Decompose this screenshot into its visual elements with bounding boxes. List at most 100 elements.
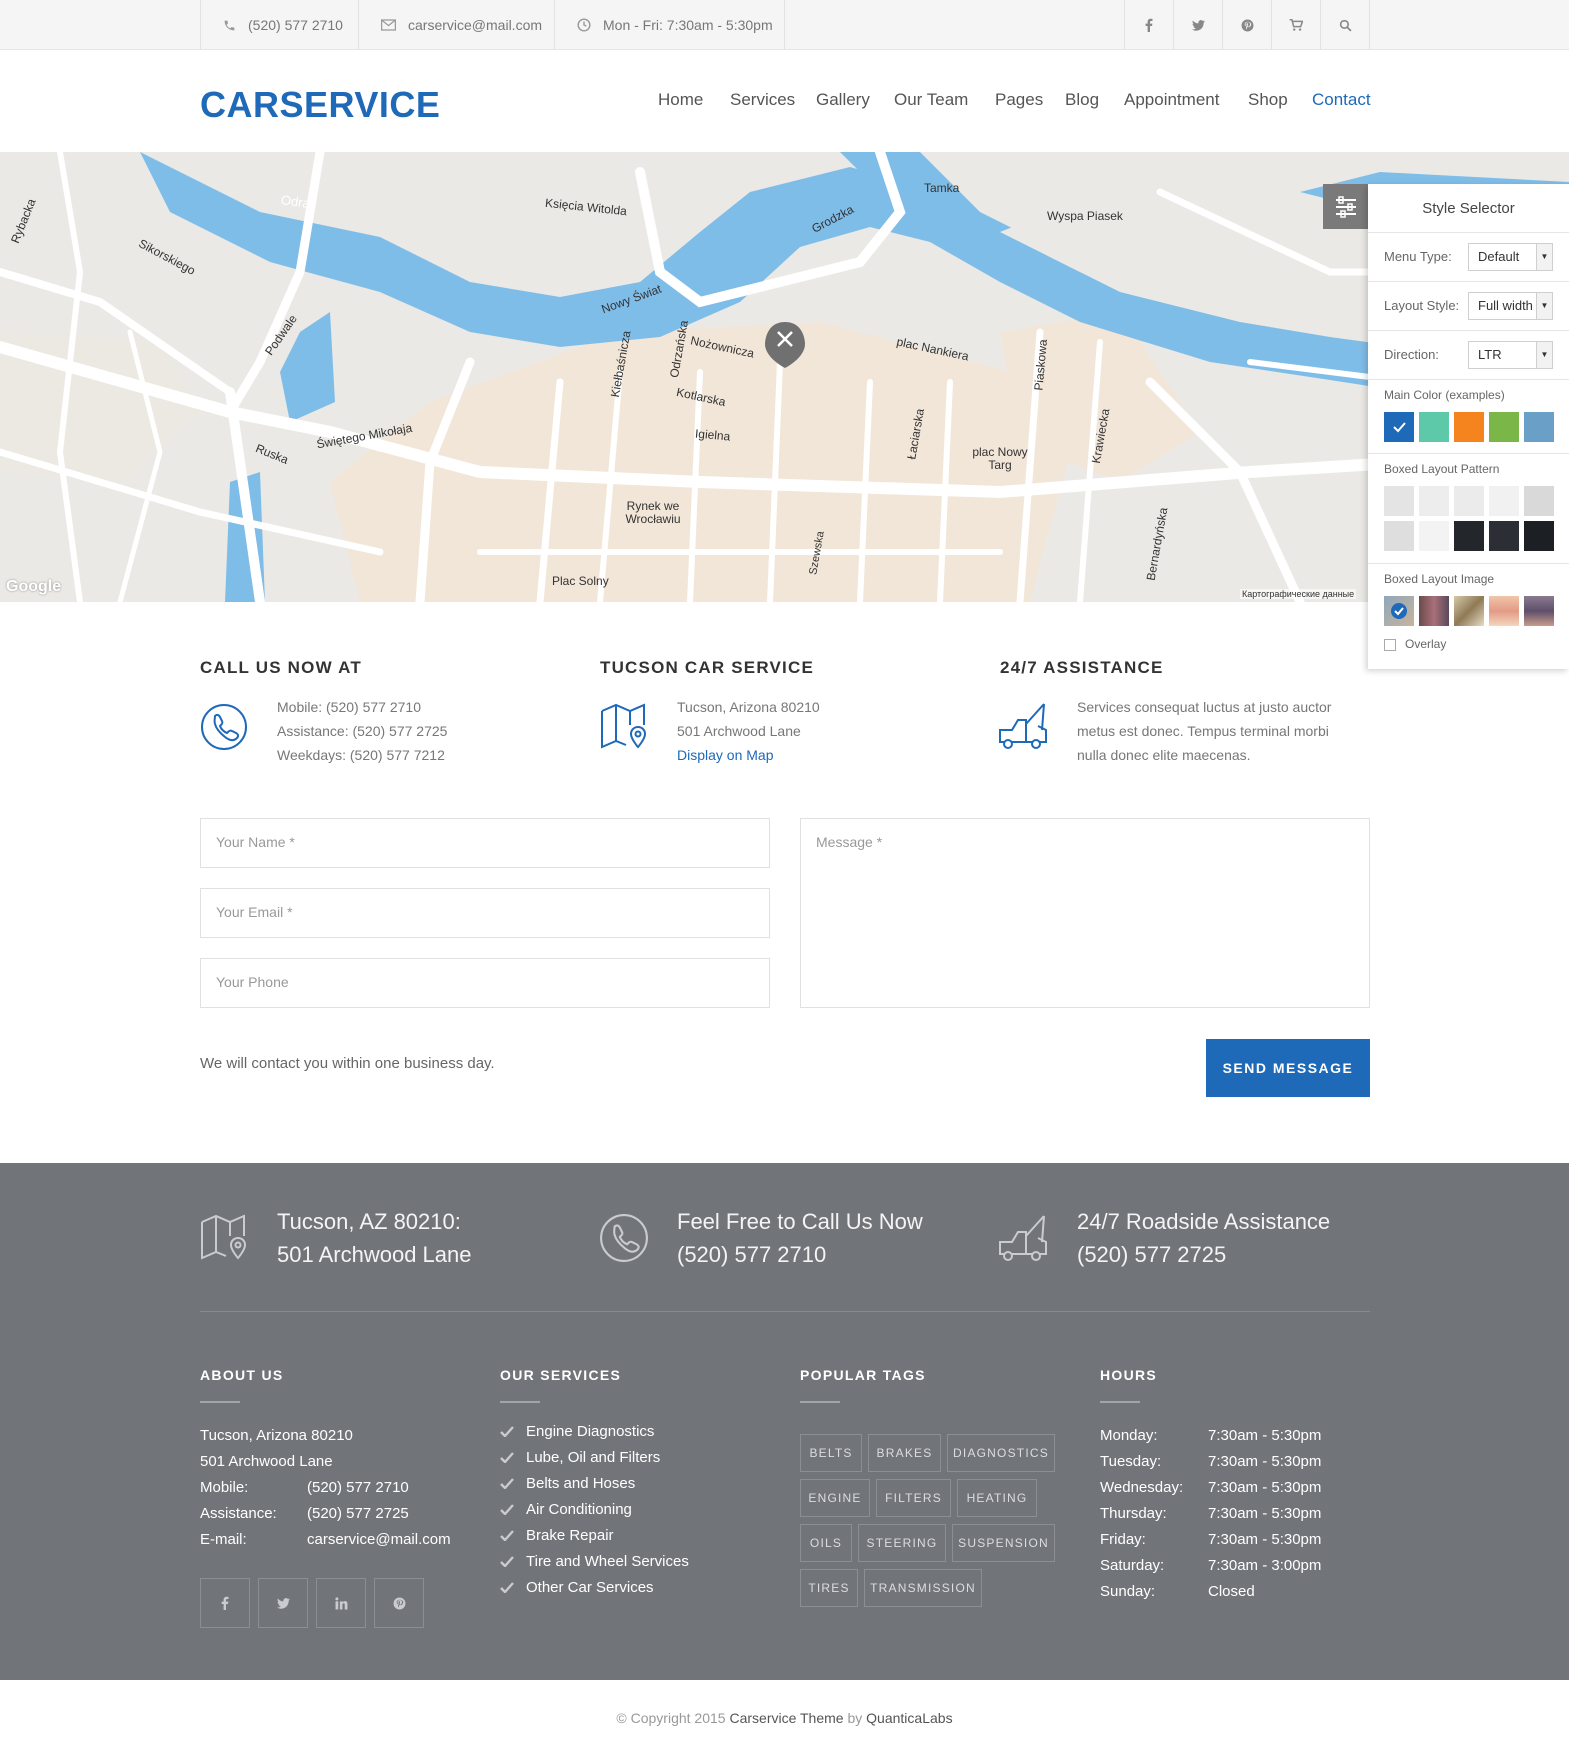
- footer-linkedin-icon[interactable]: [316, 1578, 366, 1628]
- tag-suspension[interactable]: SUSPENSION: [952, 1524, 1055, 1562]
- color-swatch-teal[interactable]: [1419, 412, 1449, 442]
- pattern-swatch[interactable]: [1419, 486, 1449, 516]
- nav-contact[interactable]: Contact: [1312, 90, 1371, 110]
- tag-engine[interactable]: ENGINE: [800, 1479, 870, 1517]
- nav-shop[interactable]: Shop: [1248, 90, 1288, 110]
- main-color-row: Main Color (examples): [1368, 379, 1569, 453]
- about-email[interactable]: carservice@mail.com: [307, 1527, 451, 1553]
- hours-day: Friday:: [1100, 1531, 1146, 1548]
- nav-appointment[interactable]: Appointment: [1124, 90, 1219, 110]
- image-swatch[interactable]: [1524, 596, 1554, 626]
- email-input[interactable]: Your Email *: [200, 888, 770, 938]
- menu-type-select[interactable]: Default ▼: [1468, 243, 1553, 271]
- tag-steering[interactable]: STEERING: [858, 1524, 946, 1562]
- pattern-swatch[interactable]: [1489, 486, 1519, 516]
- footer-twitter-icon[interactable]: [258, 1578, 308, 1628]
- direction-select[interactable]: LTR ▼: [1468, 341, 1553, 369]
- about-assistance-label: Assistance:: [200, 1505, 277, 1522]
- pattern-swatch[interactable]: [1419, 521, 1449, 551]
- search-icon[interactable]: [1320, 0, 1369, 50]
- pattern-swatch[interactable]: [1524, 521, 1554, 551]
- pattern-swatch[interactable]: [1384, 521, 1414, 551]
- topbar-phone[interactable]: (520) 577 2710: [200, 0, 358, 50]
- nav-gallery[interactable]: Gallery: [816, 90, 870, 110]
- tag-diagnostics[interactable]: DIAGNOSTICS: [947, 1434, 1055, 1472]
- nav-services[interactable]: Services: [730, 90, 795, 110]
- layout-style-select[interactable]: Full width ▼: [1468, 292, 1553, 320]
- phone-icon: [224, 20, 235, 30]
- call-weekdays: Weekdays: (520) 577 7212: [277, 747, 445, 763]
- settings-sliders-icon: [1335, 195, 1356, 218]
- pattern-swatch[interactable]: [1454, 521, 1484, 551]
- overlay-checkbox[interactable]: [1384, 639, 1396, 651]
- footer-roadside: 24/7 Roadside Assistance (520) 577 2725: [1077, 1205, 1330, 1271]
- hours-time: 7:30am - 5:30pm: [1208, 1505, 1322, 1522]
- direction-value: LTR: [1478, 347, 1502, 362]
- pattern-swatch[interactable]: [1454, 486, 1484, 516]
- color-swatch-green[interactable]: [1489, 412, 1519, 442]
- name-input[interactable]: Your Name *: [200, 818, 770, 868]
- message-textarea[interactable]: Message *: [800, 818, 1370, 1008]
- service-item[interactable]: Brake Repair: [500, 1527, 614, 1544]
- message-placeholder: Message *: [816, 834, 883, 850]
- header: CARSERVICE Home Services Gallery Our Tea…: [0, 50, 1569, 152]
- pattern-swatch[interactable]: [1384, 486, 1414, 516]
- pattern-row: Boxed Layout Pattern: [1368, 453, 1569, 563]
- service-item[interactable]: Belts and Hoses: [500, 1475, 635, 1492]
- service-item[interactable]: Air Conditioning: [500, 1501, 632, 1518]
- theme-link[interactable]: Carservice Theme: [729, 1710, 843, 1726]
- nav-pages[interactable]: Pages: [995, 90, 1043, 110]
- footer-pinterest-icon[interactable]: [374, 1578, 424, 1628]
- nav-our-team[interactable]: Our Team: [894, 90, 968, 110]
- menu-type-row: Menu Type: Default ▼: [1368, 232, 1569, 281]
- clock-icon: [577, 18, 591, 32]
- phone-input[interactable]: Your Phone: [200, 958, 770, 1008]
- hours-day: Thursday:: [1100, 1505, 1167, 1522]
- pinterest-icon[interactable]: [1222, 0, 1271, 50]
- tag-oils[interactable]: OILS: [800, 1524, 852, 1562]
- footer-facebook-icon[interactable]: [200, 1578, 250, 1628]
- logo[interactable]: CARSERVICE: [200, 84, 440, 126]
- nav-home[interactable]: Home: [658, 90, 703, 110]
- location-city: Tucson, Arizona 80210: [677, 699, 820, 715]
- cart-icon[interactable]: [1271, 0, 1320, 50]
- tag-tires[interactable]: TIRES: [800, 1569, 858, 1607]
- service-item[interactable]: Engine Diagnostics: [500, 1423, 654, 1440]
- tag-filters[interactable]: FILTERS: [876, 1479, 951, 1517]
- location-title: TUCSON CAR SERVICE: [600, 658, 814, 677]
- image-swatch[interactable]: [1489, 596, 1519, 626]
- map-label: Wyspa Piasek: [1047, 209, 1123, 223]
- image-swatch[interactable]: [1454, 596, 1484, 626]
- style-selector-toggle[interactable]: [1323, 184, 1368, 229]
- tag-belts[interactable]: BELTS: [800, 1434, 862, 1472]
- tag-brakes[interactable]: BRAKES: [868, 1434, 941, 1472]
- image-swatch[interactable]: [1384, 596, 1414, 626]
- nav-blog[interactable]: Blog: [1065, 90, 1099, 110]
- author-link[interactable]: QuanticaLabs: [866, 1710, 952, 1726]
- pattern-swatch[interactable]: [1489, 521, 1519, 551]
- map-attribution[interactable]: Картографические данные: [1240, 589, 1357, 599]
- tag-transmission[interactable]: TRANSMISSION: [864, 1569, 982, 1607]
- service-item[interactable]: Lube, Oil and Filters: [500, 1449, 660, 1466]
- service-item[interactable]: Other Car Services: [500, 1579, 654, 1596]
- display-on-map-link[interactable]: Display on Map: [677, 743, 820, 767]
- color-swatch-lightblue[interactable]: [1524, 412, 1554, 442]
- topbar-email[interactable]: carservice@mail.com: [358, 0, 554, 50]
- send-message-button[interactable]: SEND MESSAGE: [1206, 1039, 1370, 1097]
- twitter-icon[interactable]: [1173, 0, 1222, 50]
- google-logo: Google: [6, 578, 62, 595]
- about-address1: Tucson, Arizona 80210: [200, 1427, 353, 1444]
- facebook-icon[interactable]: [1124, 0, 1173, 50]
- footer-roadside-line: (520) 577 2725: [1077, 1242, 1227, 1267]
- pattern-swatch[interactable]: [1524, 486, 1554, 516]
- tag-heating[interactable]: HEATING: [957, 1479, 1037, 1517]
- color-swatch-blue[interactable]: [1384, 412, 1414, 442]
- service-label: Tire and Wheel Services: [526, 1553, 689, 1570]
- tags-title: POPULAR TAGS: [800, 1367, 926, 1383]
- pattern-label: Boxed Layout Pattern: [1384, 462, 1500, 476]
- service-item[interactable]: Tire and Wheel Services: [500, 1553, 689, 1570]
- color-swatch-orange[interactable]: [1454, 412, 1484, 442]
- chevron-down-icon: ▼: [1536, 244, 1552, 270]
- image-swatch[interactable]: [1419, 596, 1449, 626]
- service-label: Other Car Services: [526, 1579, 654, 1596]
